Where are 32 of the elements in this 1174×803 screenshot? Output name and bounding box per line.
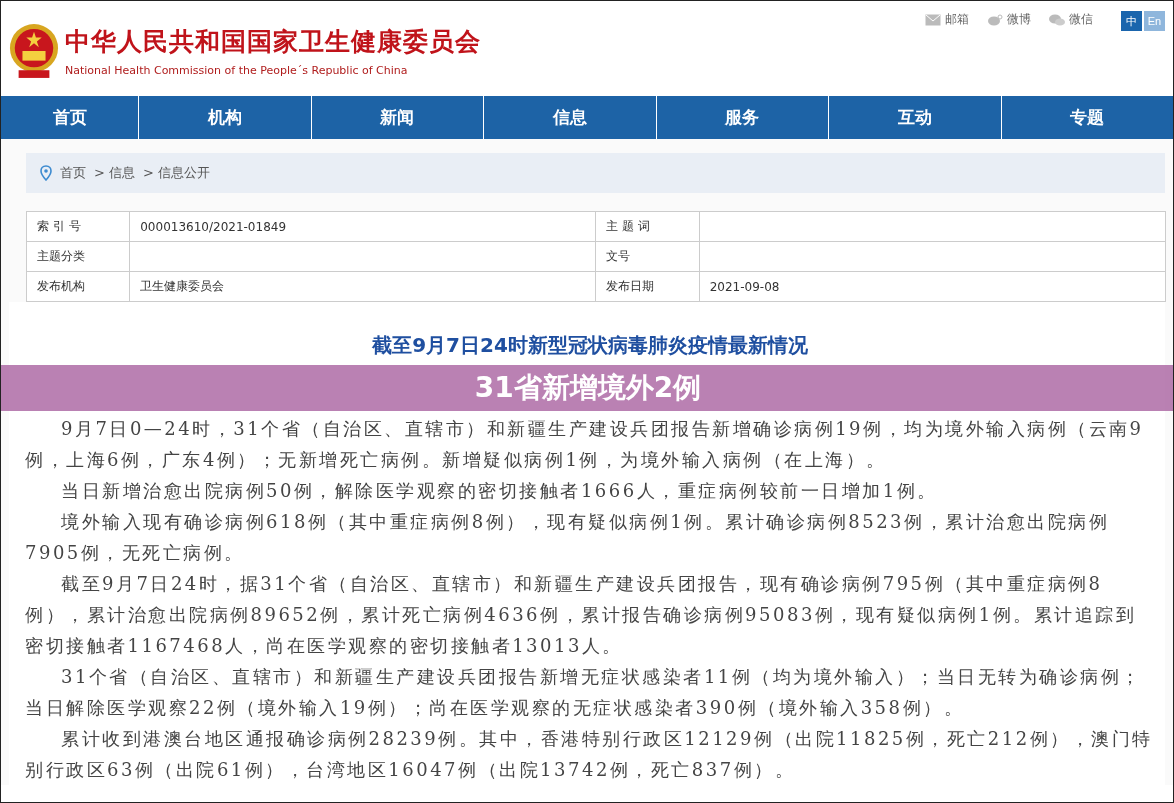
emblem-icon	[9, 21, 59, 80]
table-cell: 2021-09-08	[699, 271, 1166, 302]
table-cell: 文号	[596, 241, 700, 272]
breadcrumb-link[interactable]: > 信息公开	[143, 164, 211, 182]
table-cell: 主题分类	[26, 241, 130, 272]
paragraph: 截至9月7日24时，据31个省（自治区、直辖市）和新疆生产建设兵团报告，现有确诊病例795例（其中重症病例8例），累计治愈出院病例89652例，累计死亡病例4636例，累计报告确诊病例95083例，现有疑似病例1例。累计追踪到密切接触者1167468人，尚在医学观察的密切接触者13013人。	[25, 572, 1138, 658]
header-link[interactable]: 微信	[1049, 11, 1093, 28]
table-cell: 索 引 号	[26, 211, 130, 242]
site-subtitle: National Health Commission of the People´s Republic of China	[65, 63, 409, 77]
header-link[interactable]: 邮箱	[925, 11, 969, 28]
breadcrumb-link[interactable]: 首页	[60, 164, 86, 182]
table-cell: 发布机构	[26, 271, 130, 302]
table-cell: 卫生健康委员会	[129, 271, 596, 302]
table-cell: 发布日期	[596, 271, 700, 302]
mail-icon	[925, 13, 941, 26]
banner-text: 31省新增境外2例	[474, 370, 702, 406]
breadcrumb-link[interactable]: > 信息	[94, 164, 136, 182]
site-title: 中华人民共和国国家卫生健康委员会	[65, 25, 481, 58]
paragraph: 境外输入现有确诊病例618例（其中重症病例8例），现有疑似病例1例。累计确诊病例8523例，累计治愈出院病例7905例，无死亡病例。	[25, 510, 1111, 565]
wechat-icon	[1049, 13, 1065, 26]
language-button[interactable]: 中	[1121, 11, 1142, 31]
table-cell: 000013610/2021-01849	[129, 211, 596, 242]
article-title: 截至9月7日24时新型冠状病毒肺炎疫情最新情况	[371, 332, 809, 359]
location-pin-icon	[40, 165, 52, 181]
paragraph: 9月7日0—24时，31个省（自治区、直辖市）和新疆生产建设兵团报告新增确诊病例19例，均为境外输入病例（云南9例，上海6例，广东4例）；无新增死亡病例。新增疑似病例1例，为境外输入病例（在上海）。	[25, 417, 1145, 472]
paragraph: 31个省（自治区、直辖市）和新疆生产建设兵团报告新增无症状感染者11例（均为境外输入）；当日无转为确诊病例；当日解除医学观察22例（境外输入19例）；尚在医学观察的无症状感染者390例（境外输入358例）。	[25, 665, 1143, 720]
header-link[interactable]: 微博	[987, 11, 1031, 28]
paragraph: 累计收到港澳台地区通报确诊病例28239例。其中，香港特别行政区12129例（出院11825例，死亡212例），澳门特别行政区63例（出院61例），台湾地区16047例（出院13742例，死亡837例）。	[25, 727, 1154, 782]
table-cell: 主 题 词	[596, 211, 700, 242]
weibo-icon	[987, 13, 1003, 26]
paragraph: 当日新增治愈出院病例50例，解除医学观察的密切接触者1666人，重症病例较前一日增加1例。	[60, 479, 939, 503]
nav-item[interactable]: 首页	[1, 96, 139, 139]
